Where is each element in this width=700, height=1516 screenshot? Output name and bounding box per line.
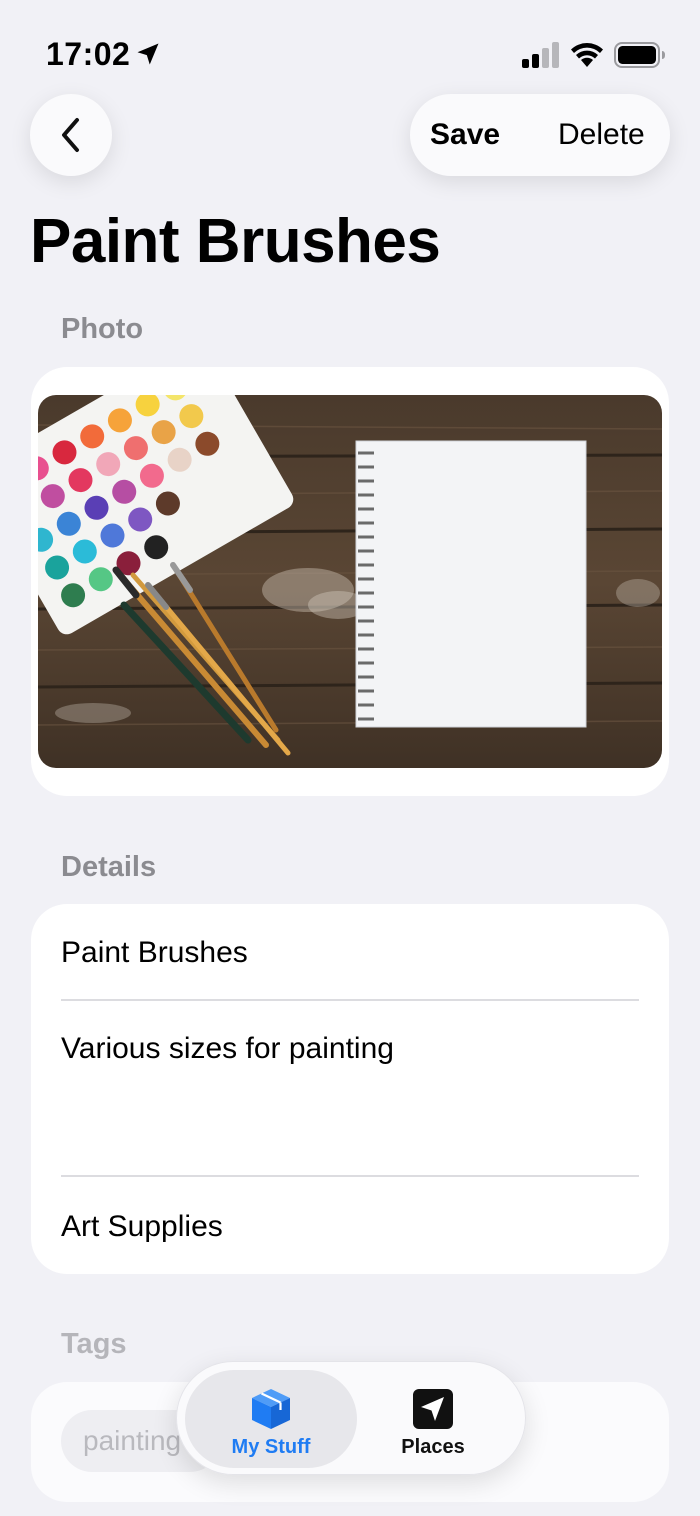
cube-icon [252, 1389, 290, 1429]
name-field[interactable]: Paint Brushes [61, 936, 248, 970]
divider [61, 999, 639, 1001]
location-arrow-icon [137, 43, 159, 65]
tags-section-label: Tags [61, 1328, 127, 1360]
tab-my-stuff-label: My Stuff [231, 1436, 311, 1458]
save-button[interactable]: Save [430, 118, 500, 152]
details-card: Paint Brushes Various sizes for painting… [31, 904, 669, 1274]
back-button[interactable] [30, 94, 112, 176]
action-pill: Save Delete [410, 94, 670, 176]
photo-section-label: Photo [61, 313, 144, 345]
details-section-label: Details [61, 851, 157, 883]
tab-places-label: Places [401, 1436, 465, 1458]
category-field[interactable]: Art Supplies [61, 1210, 223, 1244]
cellular-signal-icon [522, 42, 559, 68]
location-arrow-icon [413, 1389, 453, 1429]
battery-icon [614, 42, 665, 68]
status-time: 17:02 [46, 36, 131, 72]
photo-card [31, 367, 669, 796]
tab-my-stuff[interactable]: My Stuff [185, 1370, 357, 1468]
description-field[interactable]: Various sizes for painting [61, 1032, 394, 1066]
delete-button[interactable]: Delete [558, 118, 645, 152]
tab-places[interactable]: Places [347, 1370, 519, 1468]
divider [61, 1175, 639, 1177]
status-bar: 17:02 [0, 0, 700, 100]
chevron-left-icon [62, 118, 79, 152]
wifi-icon [571, 43, 603, 67]
item-photo[interactable] [38, 395, 662, 768]
tab-bar: My Stuff Places [176, 1361, 526, 1475]
page-title: Paint Brushes [30, 207, 441, 276]
